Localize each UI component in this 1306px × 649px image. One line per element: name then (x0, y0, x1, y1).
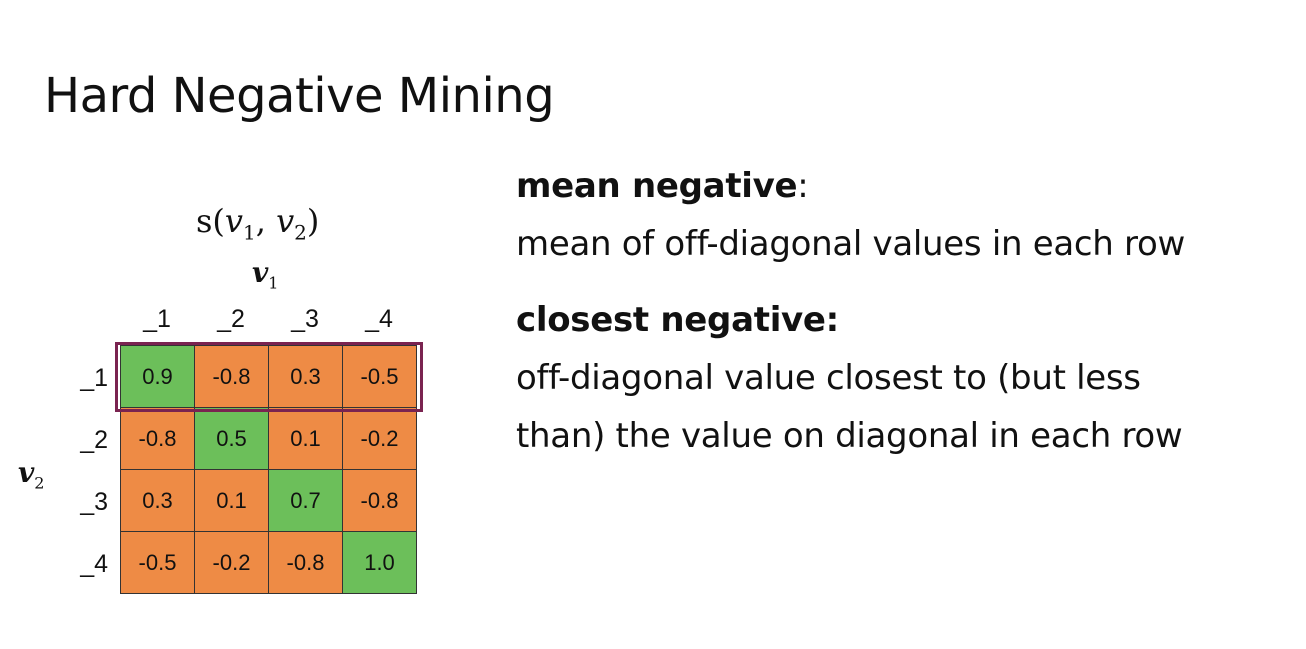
matrix-cell-diagonal: 0.5 (194, 407, 269, 470)
mean-negative-colon: : (797, 166, 809, 206)
matrix-row: -0.5 -0.2 -0.8 1.0 (120, 531, 417, 594)
matrix-cell: 0.3 (120, 469, 195, 532)
matrix-cell: -0.2 (342, 407, 417, 470)
formula-v1-sub: 1 (242, 220, 256, 245)
column-header-4: _4 (365, 305, 393, 333)
matrix-cell: 0.1 (194, 469, 269, 532)
row-axis-sub: 2 (34, 473, 45, 493)
slide-title: Hard Negative Mining (44, 68, 555, 124)
similarity-matrix: 0.9 -0.8 0.3 -0.5 -0.8 0.5 0.1 -0.2 0.3 … (120, 345, 417, 594)
row-axis-label: v2 (18, 456, 44, 493)
matrix-row: 0.3 0.1 0.7 -0.8 (120, 469, 417, 532)
matrix-cell-diagonal: 0.9 (120, 345, 195, 408)
formula-v2: v (276, 202, 295, 240)
matrix-cell: -0.8 (268, 531, 343, 594)
row-header-1: _1 (80, 364, 108, 392)
column-header-2: _2 (217, 305, 245, 333)
column-axis-label: v1 (252, 256, 278, 293)
mean-negative-heading: mean negative: (516, 162, 1185, 210)
similarity-formula: s(v1, v2) (196, 202, 319, 244)
column-header-3: _3 (291, 305, 319, 333)
formula-v2-sub: 2 (294, 220, 307, 245)
matrix-cell: 0.3 (268, 345, 343, 408)
matrix-cell: 0.1 (268, 407, 343, 470)
mean-negative-term: mean negative (516, 166, 798, 206)
matrix-cell: -0.8 (342, 469, 417, 532)
matrix-cell: -0.5 (120, 531, 195, 594)
row-header-4: _4 (80, 550, 108, 578)
matrix-cell-diagonal: 0.7 (268, 469, 343, 532)
matrix-cell: -0.8 (120, 407, 195, 470)
closest-negative-description-line-2: than) the value on diagonal in each row (516, 416, 1183, 456)
matrix-cell: -0.8 (194, 345, 269, 408)
formula-suffix: ) (306, 202, 320, 240)
matrix-row: -0.8 0.5 0.1 -0.2 (120, 407, 417, 470)
column-header-1: _1 (143, 305, 171, 333)
formula-v1: v (224, 202, 243, 240)
closest-negative-definition: closest negative: off-diagonal value clo… (516, 296, 1183, 460)
row-header-2: _2 (80, 426, 108, 454)
formula-sep: , (255, 202, 277, 240)
mean-negative-description: mean of off-diagonal values in each row (516, 224, 1185, 264)
row-header-3: _3 (80, 488, 108, 516)
closest-negative-heading: closest negative: (516, 296, 1182, 344)
closest-negative-term: closest negative: (516, 300, 839, 340)
formula-prefix: s( (196, 202, 225, 240)
row-axis-symbol: v (18, 456, 35, 489)
mean-negative-definition: mean negative: mean of off-diagonal valu… (516, 162, 1185, 268)
matrix-row: 0.9 -0.8 0.3 -0.5 (120, 345, 417, 408)
column-axis-symbol: v (252, 256, 269, 289)
closest-negative-description-line-1: off-diagonal value closest to (but less (516, 358, 1141, 398)
matrix-cell: -0.5 (342, 345, 417, 408)
matrix-cell-diagonal: 1.0 (342, 531, 417, 594)
matrix-cell: -0.2 (194, 531, 269, 594)
column-axis-sub: 1 (268, 273, 279, 293)
